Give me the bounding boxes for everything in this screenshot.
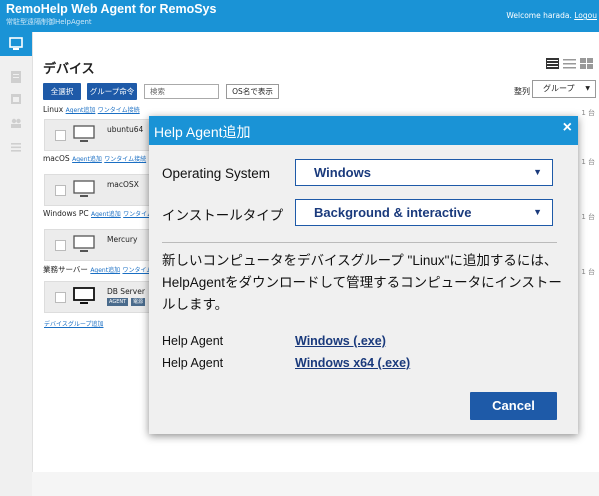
logout-link[interactable]: Logou — [574, 11, 597, 20]
chevron-down-icon: ▼ — [533, 167, 542, 177]
power-tag: 電源 — [131, 298, 146, 306]
sidebar-item-reports[interactable] — [10, 68, 22, 83]
close-icon[interactable]: × — [563, 119, 572, 137]
device-checkbox[interactable] — [55, 185, 66, 196]
install-type-select[interactable]: Background & interactive ▼ — [295, 199, 553, 226]
app-subtitle: 常駐型遠隔制御HelpAgent — [6, 18, 92, 26]
top-bar: RemoHelp Web Agent for RemoSys 常駐型遠隔制御He… — [0, 0, 599, 32]
device-card[interactable]: DB Server AGENT 電源 — [44, 281, 153, 313]
sort-label: 整列 — [514, 87, 530, 96]
dialog-header: Help Agent追加 × — [149, 116, 578, 145]
agent-tag: AGENT — [107, 298, 129, 306]
group-count: 1 台 — [581, 268, 595, 276]
sidebar-item-devices[interactable] — [0, 32, 32, 56]
cancel-button[interactable]: Cancel — [470, 392, 557, 420]
device-name: macOSX — [107, 180, 139, 189]
monitor-icon — [73, 125, 95, 142]
monitor-icon — [73, 235, 95, 252]
users-icon — [11, 118, 21, 128]
group-count: 1 台 — [581, 213, 595, 221]
divider — [162, 242, 557, 243]
list-view-icon[interactable] — [563, 58, 576, 69]
dialog-description: 新しいコンピュータをデバイスグループ "Linux"に追加するには、HelpAg… — [162, 253, 562, 312]
monitor-icon — [73, 287, 95, 304]
footer — [32, 472, 599, 496]
add-device-group-link[interactable]: デバイスグループ追加 — [44, 319, 103, 328]
select-all-button[interactable]: 全選択 — [43, 83, 81, 100]
grid-view-icon[interactable] — [580, 58, 593, 69]
sidebar-item-calendar[interactable] — [10, 90, 22, 104]
add-agent-link[interactable]: Agent追加 — [72, 156, 102, 163]
os-select[interactable]: Windows ▼ — [295, 159, 553, 186]
device-checkbox[interactable] — [55, 130, 66, 141]
sidebar-item-users[interactable] — [10, 114, 22, 128]
group-command-button[interactable]: グループ命令 — [87, 83, 137, 100]
chevron-down-icon: ▼ — [585, 85, 590, 92]
device-checkbox[interactable] — [55, 292, 66, 303]
monitor-icon — [9, 37, 23, 50]
add-agent-link[interactable]: Agent追加 — [90, 267, 120, 274]
report-icon — [11, 71, 21, 83]
onetime-connect-link[interactable]: ワンタイム — [122, 267, 152, 274]
group-count: 1 台 — [581, 109, 595, 117]
help-agent-add-dialog: Help Agent追加 × Operating System Windows … — [149, 116, 578, 434]
group-header-windows: Windows PC Agent追加 ワンタイム — [43, 209, 154, 218]
download-label: Help Agent — [162, 356, 224, 370]
group-count: 1 台 — [581, 158, 595, 166]
download-windows-link[interactable]: Windows (.exe) — [295, 334, 386, 348]
group-header-business-server: 業務サーバー Agent追加 ワンタイム — [43, 265, 153, 274]
onetime-connect-link[interactable]: ワンタイム接続 — [104, 156, 146, 163]
menu-icon — [11, 143, 21, 152]
show-by-os-button[interactable]: OS名で表示 — [226, 84, 279, 99]
install-type-label: インストールタイプ — [162, 208, 284, 223]
device-name: Mercury — [107, 235, 138, 244]
sidebar — [0, 32, 33, 496]
add-agent-link[interactable]: Agent追加 — [91, 211, 121, 218]
list-detail-view-icon[interactable] — [546, 58, 559, 69]
device-card[interactable]: macOSX — [44, 174, 153, 206]
calendar-icon — [11, 94, 21, 104]
add-agent-link[interactable]: Agent追加 — [66, 107, 96, 114]
device-name: ubuntu64 — [107, 125, 144, 134]
download-label: Help Agent — [162, 334, 224, 348]
device-checkbox[interactable] — [55, 240, 66, 251]
onetime-connect-link[interactable]: ワンタイム接続 — [98, 107, 140, 114]
group-header-macos: macOS Agent追加 ワンタイム接続 — [43, 154, 147, 163]
page-title: デバイス — [43, 62, 95, 77]
view-toggle — [546, 58, 593, 69]
download-windows-x64-link[interactable]: Windows x64 (.exe) — [295, 356, 410, 370]
search-input[interactable]: 検索 — [144, 84, 219, 99]
group-header-linux: Linux Agent追加 ワンタイム接続 — [43, 105, 140, 114]
os-label: Operating System — [162, 166, 271, 181]
monitor-icon — [73, 180, 95, 197]
device-card[interactable]: Mercury — [44, 229, 153, 261]
sort-select[interactable]: グループ ▼ — [532, 80, 596, 98]
device-name: DB Server — [107, 287, 145, 296]
welcome-text: Welcome harada. Logou — [506, 11, 597, 20]
device-card[interactable]: ubuntu64 — [44, 119, 153, 151]
chevron-down-icon: ▼ — [533, 207, 542, 217]
app-title: RemoHelp Web Agent for RemoSys — [6, 2, 217, 16]
dialog-title: Help Agent追加 — [154, 124, 251, 140]
sidebar-item-menu[interactable] — [10, 138, 22, 152]
